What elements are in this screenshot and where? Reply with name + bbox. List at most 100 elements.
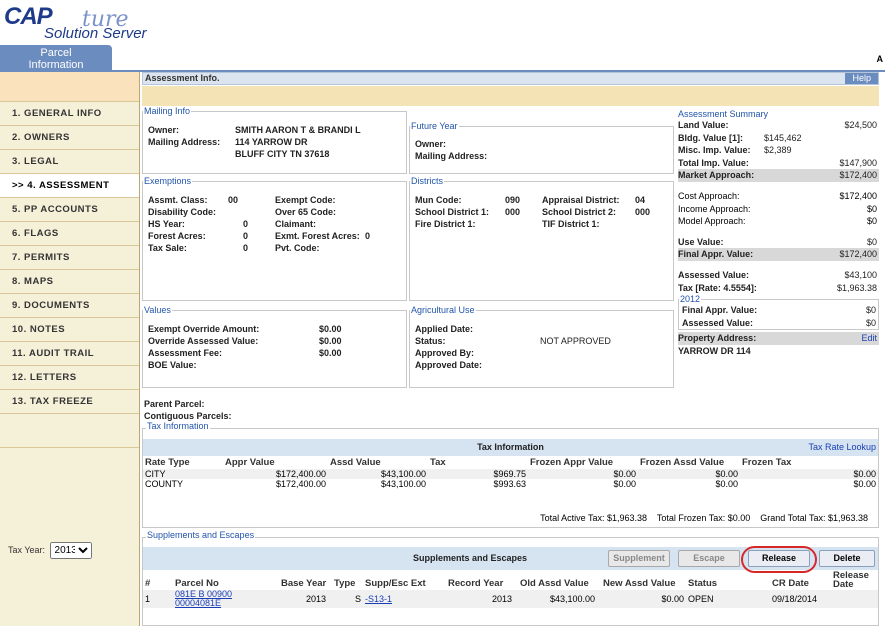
exempt-override-label: Exempt Override Amount: bbox=[148, 324, 260, 334]
col-new-assd: New Assd Value bbox=[603, 578, 676, 589]
over65-code-label: Over 65 Code: bbox=[275, 207, 337, 217]
boe-value-label: BOE Value: bbox=[148, 360, 197, 370]
col-status: Status bbox=[688, 578, 718, 589]
nav-assessment[interactable]: >> 4. ASSESSMENT bbox=[0, 174, 139, 198]
model-approach-value: $0 bbox=[866, 216, 877, 227]
nav-flags[interactable]: 6. FLAGS bbox=[0, 222, 139, 246]
claimant-label: Claimant: bbox=[275, 219, 317, 229]
districts-legend: Districts bbox=[411, 176, 443, 186]
tax-info-title: Tax Information bbox=[477, 442, 544, 452]
cell: $0.00 bbox=[715, 479, 738, 489]
income-approach-row: Income Approach: $0 bbox=[678, 203, 879, 216]
school-district1-label: School District 1: bbox=[415, 207, 490, 217]
supplements-title: Supplements and Escapes bbox=[413, 553, 528, 563]
nav-documents[interactable]: 9. DOCUMENTS bbox=[0, 294, 139, 318]
pvt-code-label: Pvt. Code: bbox=[275, 243, 320, 253]
hs-year-value: 0 bbox=[243, 219, 249, 229]
owner-label: Owner: bbox=[148, 125, 180, 135]
cost-approach-value: $172,400 bbox=[839, 190, 877, 201]
exmt-forest-acres-value: 0 bbox=[365, 231, 371, 241]
total-imp-label: Total Imp. Value: bbox=[678, 157, 749, 168]
nav-maps[interactable]: 8. MAPS bbox=[0, 270, 139, 294]
tab-parcel-information[interactable]: Parcel Information bbox=[0, 45, 112, 72]
nav-notes[interactable]: 10. NOTES bbox=[0, 318, 139, 342]
nav-legal[interactable]: 3. LEGAL bbox=[0, 150, 139, 174]
approved-date-label: Approved Date: bbox=[415, 360, 483, 370]
parent-parcel-label: Parent Parcel: bbox=[144, 399, 205, 409]
nav-general-info[interactable]: 1. GENERAL INFO bbox=[0, 102, 139, 126]
total-imp-value: $147,900 bbox=[839, 157, 877, 168]
row-num: 1 bbox=[143, 590, 173, 608]
escape-button[interactable]: Escape bbox=[678, 550, 740, 567]
tax-rate-lookup-link[interactable]: Tax Rate Lookup bbox=[808, 439, 876, 456]
mailing-info-group: Mailing Info Owner: SMITH AARON T & BRAN… bbox=[142, 106, 407, 174]
exempt-code-label: Exempt Code: bbox=[275, 195, 336, 205]
nav-owners[interactable]: 2. OWNERS bbox=[0, 126, 139, 150]
forest-acres-value: 0 bbox=[243, 231, 249, 241]
col-assd-value: Assd Value bbox=[330, 457, 381, 468]
exemptions-legend: Exemptions bbox=[144, 176, 192, 186]
y2012-assessed-label: Assessed Value: bbox=[682, 317, 754, 328]
tax-sale-label: Tax Sale: bbox=[148, 243, 187, 253]
supplement-button[interactable]: Supplement bbox=[608, 550, 670, 567]
land-value-label: Land Value: bbox=[678, 120, 729, 130]
assessment-fee-value: $0.00 bbox=[319, 348, 342, 358]
base-year-cell: 2013 bbox=[279, 590, 332, 608]
misc-value: $2,389 bbox=[764, 145, 792, 156]
tax-table: Rate Type Appr Value Assd Value Tax Froz… bbox=[143, 456, 878, 489]
tax-info-header: Tax Information Tax Rate Lookup bbox=[143, 439, 878, 456]
agricultural-use-group: Agricultural Use Applied Date: Status: N… bbox=[409, 305, 674, 388]
tax-info-legend: Tax Information bbox=[146, 421, 210, 431]
col-parcel-no: Parcel No bbox=[175, 578, 219, 589]
bldg-value-label: Bldg. Value [1]: bbox=[678, 132, 744, 143]
model-approach-row: Model Approach: $0 bbox=[678, 215, 879, 228]
ext-cell: -S13-1 bbox=[363, 590, 446, 608]
nav-letters[interactable]: 12. LETTERS bbox=[0, 366, 139, 390]
future-address-label: Mailing Address: bbox=[415, 151, 488, 161]
use-value-label: Use Value: bbox=[678, 236, 724, 247]
delete-button[interactable]: Delete bbox=[819, 550, 875, 567]
nav-audit-trail[interactable]: 11. AUDIT TRAIL bbox=[0, 342, 139, 366]
school-district2-value: 000 bbox=[635, 207, 651, 217]
ext-link[interactable]: -S13-1 bbox=[365, 594, 392, 604]
market-approach-row: Market Approach: $172,400 bbox=[678, 169, 879, 182]
table-row: COUNTY $172,400.00 $43,100.00 $993.63 $0… bbox=[143, 479, 878, 489]
col-tax: Tax bbox=[430, 457, 446, 468]
final-appr-label: Final Appr. Value: bbox=[678, 249, 754, 260]
use-value: $0 bbox=[866, 236, 877, 247]
cell: $969.75 bbox=[428, 469, 528, 479]
record-year-cell: 2013 bbox=[446, 590, 518, 608]
cost-approach-row: Cost Approach: $172,400 bbox=[678, 190, 879, 203]
income-approach-value: $0 bbox=[866, 203, 877, 214]
help-button[interactable]: Help bbox=[845, 73, 878, 84]
col-cr-date: CR Date bbox=[772, 578, 809, 589]
tab-right-letter: A bbox=[876, 54, 884, 64]
col-record-year: Record Year bbox=[448, 578, 504, 589]
col-frozen-appr: Frozen Appr Value bbox=[530, 457, 614, 468]
parcel-link-line2[interactable]: 00004081E bbox=[175, 599, 277, 608]
assmt-class-label: Assmt. Class: bbox=[148, 195, 208, 205]
cell: $172,400.00 bbox=[275, 479, 326, 489]
future-legend: Future Year bbox=[411, 121, 458, 131]
ag-status-label: Status: bbox=[415, 336, 446, 346]
values-group: Values Exempt Override Amount: $0.00 Ove… bbox=[142, 305, 407, 388]
main-content: Assessment Info. Help Mailing Info Owner… bbox=[142, 72, 885, 626]
nav-permits[interactable]: 7. PERMITS bbox=[0, 246, 139, 270]
edit-link[interactable]: Edit bbox=[861, 332, 877, 345]
col-frozen-assd: Frozen Assd Value bbox=[640, 457, 725, 468]
total-active-tax: Total Active Tax: $1,963.38 bbox=[540, 513, 647, 523]
col-rate-type: Rate Type bbox=[145, 457, 190, 468]
section-title: Assessment Info. bbox=[145, 73, 220, 83]
nav-tax-freeze[interactable]: 13. TAX FREEZE bbox=[0, 390, 139, 414]
bldg-value-row: Bldg. Value [1]: $145,462 bbox=[678, 132, 879, 145]
tax-totals: Total Active Tax: $1,963.38 Total Frozen… bbox=[540, 513, 868, 523]
status-cell: OPEN bbox=[686, 590, 770, 608]
nav-pp-accounts[interactable]: 5. PP ACCOUNTS bbox=[0, 198, 139, 222]
property-address-value: YARROW DR 114 bbox=[678, 345, 751, 356]
hs-year-label: HS Year: bbox=[148, 219, 185, 229]
assessed-value: $43,100 bbox=[844, 269, 877, 280]
school-district1-value: 000 bbox=[505, 207, 521, 217]
grand-total-tax: Grand Total Tax: $1,963.38 bbox=[760, 513, 868, 523]
assmt-class-value: 00 bbox=[228, 195, 239, 205]
tax-year-select[interactable]: 2013 bbox=[49, 542, 92, 559]
